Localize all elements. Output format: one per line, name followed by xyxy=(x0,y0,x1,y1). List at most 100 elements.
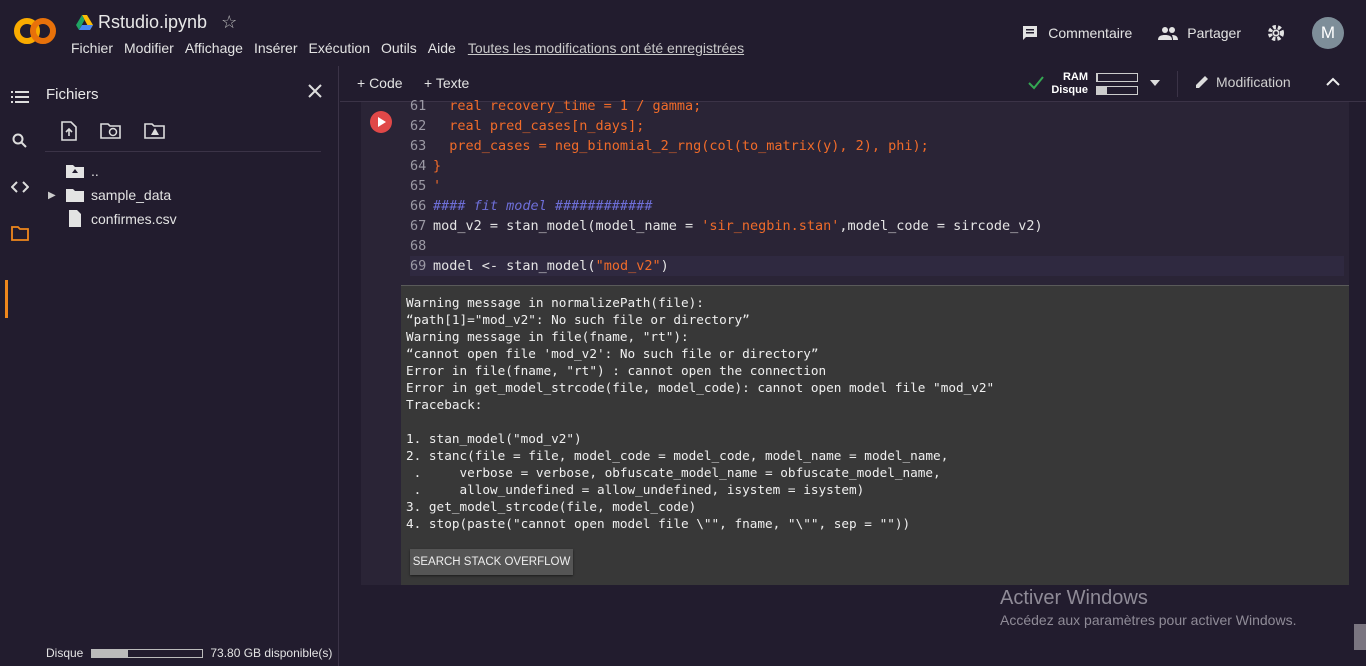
check-icon xyxy=(1028,76,1044,90)
output-line: 2. stanc(file = file, model_code = model… xyxy=(406,448,949,463)
close-icon[interactable] xyxy=(306,82,324,100)
run-cell-button[interactable] xyxy=(370,111,392,133)
add-code-button[interactable]: + Code xyxy=(357,75,403,91)
resources-indicator[interactable]: RAM Disque xyxy=(1028,71,1168,97)
left-rail xyxy=(0,66,38,666)
top-header: Rstudio.ipynb ☆ Fichier Modifier Afficha… xyxy=(0,0,1366,66)
resource-labels: RAM Disque xyxy=(1050,71,1088,97)
code-line[interactable]: 61 real recovery_time = 1 / gamma; xyxy=(410,96,1344,116)
files-toolbar xyxy=(60,121,188,141)
header-actions: Commentaire Partager M xyxy=(995,17,1344,49)
code-editor[interactable]: 61 real recovery_time = 1 / gamma; 62 rea… xyxy=(410,96,1344,276)
code-line[interactable]: 65 ' xyxy=(410,176,1344,196)
code-token: "mod_v2" xyxy=(595,258,661,274)
share-button[interactable]: Partager xyxy=(1158,25,1241,41)
output-line: Warning message in file(fname, "rt"): xyxy=(406,329,689,344)
code-line[interactable]: 63 pred_cases = neg_binomial_2_rng(col(t… xyxy=(410,136,1344,156)
menu-aide[interactable]: Aide xyxy=(428,40,456,56)
pencil-icon xyxy=(1196,76,1208,88)
code-line[interactable]: 69 model <- stan_model("mod_v2") xyxy=(410,256,1344,276)
disk-usage-fill xyxy=(92,649,128,657)
ram-fill xyxy=(1097,74,1098,81)
code-token: real pred_cases[n_days]; xyxy=(433,118,645,134)
disk-usage-bar xyxy=(91,648,204,658)
code-token: real recovery_time = 1 / gamma; xyxy=(433,98,702,114)
menu-execution[interactable]: Exécution xyxy=(309,40,370,56)
output-line: “cannot open file 'mod_v2': No such file… xyxy=(406,346,819,361)
people-icon xyxy=(1158,27,1179,40)
folder-icon xyxy=(66,189,84,202)
save-status-link[interactable]: Toutes les modifications ont été enregis… xyxy=(468,40,744,56)
notebook-area: 61 real recovery_time = 1 / gamma; 62 rea… xyxy=(340,98,1366,666)
output-line: 1. stan_model("mod_v2") xyxy=(406,431,582,446)
mount-drive-icon[interactable] xyxy=(144,121,166,141)
rail-active-indicator xyxy=(5,280,8,318)
disk-bar xyxy=(1096,86,1138,95)
menu-modifier[interactable]: Modifier xyxy=(124,40,174,56)
scrollbar-thumb[interactable] xyxy=(1354,624,1366,650)
code-line[interactable]: 64} xyxy=(410,156,1344,176)
output-line: 4. stop(paste("cannot open model file \"… xyxy=(406,516,911,531)
share-label: Partager xyxy=(1187,25,1241,41)
toolbar-separator xyxy=(1177,71,1178,97)
toc-icon[interactable] xyxy=(11,88,29,106)
colab-logo-icon[interactable] xyxy=(14,17,56,45)
comment-button[interactable]: Commentaire xyxy=(1021,24,1132,42)
output-line: Traceback: xyxy=(406,397,483,412)
search-stack-overflow-button[interactable]: SEARCH STACK OVERFLOW xyxy=(410,549,573,575)
menu-affichage[interactable]: Affichage xyxy=(185,40,243,56)
cell-gutter xyxy=(361,102,401,285)
add-text-button[interactable]: + Texte xyxy=(424,75,469,91)
gear-icon xyxy=(1268,25,1284,41)
menu-fichier[interactable]: Fichier xyxy=(71,40,113,56)
code-line[interactable]: 62 real pred_cases[n_days]; xyxy=(410,116,1344,136)
doc-title[interactable]: Rstudio.ipynb xyxy=(98,12,207,33)
line-number: 66 xyxy=(410,198,427,214)
code-token: model <- stan_model( xyxy=(433,258,596,274)
code-cell[interactable]: 61 real recovery_time = 1 / gamma; 62 rea… xyxy=(361,98,1349,585)
caret-down-icon[interactable] xyxy=(1150,80,1160,86)
expand-arrow-icon[interactable]: ▶ xyxy=(48,190,60,201)
folder-icon[interactable] xyxy=(11,224,29,242)
line-number: 65 xyxy=(410,178,427,194)
line-number: 68 xyxy=(410,238,427,254)
cell-output: Warning message in normalizePath(file): “… xyxy=(401,285,1349,585)
comment-icon xyxy=(1023,26,1038,40)
colab-window: Rstudio.ipynb ☆ Fichier Modifier Afficha… xyxy=(0,0,1366,666)
code-token: #### fit model ############ xyxy=(433,198,653,214)
settings-button[interactable] xyxy=(1267,24,1294,42)
output-line: Warning message in normalizePath(file): xyxy=(406,295,704,310)
menu-bar: Fichier Modifier Affichage Insérer Exécu… xyxy=(71,40,755,56)
ram-label: RAM xyxy=(1062,71,1088,83)
refresh-folder-icon[interactable] xyxy=(100,121,122,141)
tree-item-parent[interactable]: .. xyxy=(66,163,99,179)
code-line[interactable]: 68 xyxy=(410,236,1344,256)
edit-mode-button[interactable]: Modification xyxy=(1194,74,1291,90)
code-token: ,model_code = sircode_v2) xyxy=(839,218,1043,234)
code-line[interactable]: 67 mod_v2 = stan_model(model_name = 'sir_… xyxy=(410,216,1344,236)
disk-label: Disque xyxy=(46,646,84,660)
star-icon[interactable]: ☆ xyxy=(221,12,237,33)
tree-item-label: confirmes.csv xyxy=(91,210,177,227)
menu-outils[interactable]: Outils xyxy=(381,40,417,56)
drive-icon[interactable] xyxy=(76,14,93,30)
output-text: Warning message in normalizePath(file): “… xyxy=(406,294,994,532)
output-line: 3. get_model_strcode(file, model_code) xyxy=(406,499,697,514)
tree-item-sample-data[interactable]: ▶ sample_data xyxy=(48,187,171,203)
code-token: 'sir_negbin.stan' xyxy=(701,218,840,234)
code-token: mod_v2 = stan_model(model_name = xyxy=(433,218,702,234)
code-token: ' xyxy=(433,178,442,194)
code-line[interactable]: 66 #### fit model ############ xyxy=(410,196,1344,216)
files-panel-title: Fichiers xyxy=(46,86,99,103)
search-icon[interactable] xyxy=(11,132,29,150)
code-snippets-icon[interactable] xyxy=(11,178,29,196)
tree-item-confirmes-csv[interactable]: confirmes.csv xyxy=(66,210,177,227)
menu-inserer[interactable]: Insérer xyxy=(254,40,298,56)
tree-item-label: .. xyxy=(91,163,99,179)
ram-bar xyxy=(1096,73,1138,82)
tree-item-label: sample_data xyxy=(91,187,172,203)
chevron-up-icon[interactable] xyxy=(1326,77,1340,87)
avatar[interactable]: M xyxy=(1312,17,1344,49)
upload-file-icon[interactable] xyxy=(60,121,78,141)
